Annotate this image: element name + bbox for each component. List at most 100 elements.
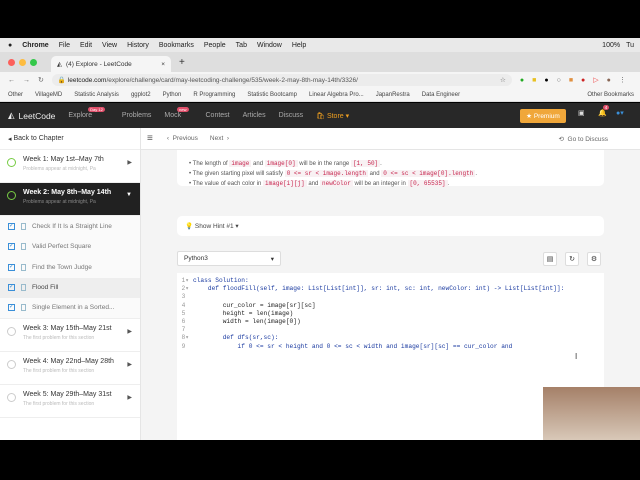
progress-circle-icon	[7, 326, 16, 336]
premium-button[interactable]: ★ Premium	[520, 109, 566, 123]
maximize-window-button[interactable]	[30, 58, 37, 66]
next-button[interactable]: Next ›	[210, 135, 229, 142]
note-text: and	[306, 181, 321, 187]
profile-avatar[interactable]: ●	[607, 77, 611, 84]
week-2-item[interactable]: Week 2: May 8th–May 14th Problems appear …	[0, 183, 140, 216]
playground-icon[interactable]: ▣	[578, 109, 585, 117]
problem-title: Check If It Is a Straight Line	[32, 222, 112, 230]
extension-icon[interactable]: ■	[569, 77, 573, 84]
nav-discuss[interactable]: Discuss	[279, 112, 304, 119]
reset-code-button[interactable]: ↻	[565, 252, 579, 266]
other-bookmarks[interactable]: Other Bookmarks	[587, 92, 640, 98]
problem-title: Single Element in a Sorted...	[32, 304, 115, 312]
inline-code: 0 <= sc < image[0].length	[381, 170, 476, 177]
menu-history[interactable]: History	[127, 42, 149, 49]
code-line: 6 width = len(image[0])	[177, 318, 604, 326]
bookmark[interactable]: Linear Algebra Pro...	[309, 92, 364, 98]
inline-code: image[0]	[264, 160, 298, 167]
problem-notes: • The length of image and image[0] will …	[177, 150, 604, 187]
extension-icon[interactable]: ●	[520, 77, 524, 84]
note-item: • The length of image and image[0] will …	[189, 160, 382, 167]
code-editor[interactable]: 1▾ class Solution: 2▾ def floodFill(self, …	[177, 273, 604, 440]
problem-title: Find the Town Judge	[32, 263, 92, 271]
extension-icon[interactable]: ▷	[593, 76, 598, 84]
bookmark[interactable]: Data Engineer	[422, 92, 460, 98]
extension-icon[interactable]: ●	[544, 77, 548, 84]
menu-help[interactable]: Help	[292, 42, 306, 49]
note-text: .	[380, 161, 382, 167]
forward-icon[interactable]: →	[23, 77, 30, 84]
close-tab-icon[interactable]: ×	[161, 61, 165, 68]
back-to-chapter-button[interactable]: ◂ Back to Chapter	[0, 128, 140, 150]
browser-tab[interactable]: ◭ (4) Explore - LeetCode ×	[51, 56, 171, 72]
bookmark[interactable]: Statistic Analysis	[74, 92, 119, 98]
user-avatar[interactable]: ●▾	[616, 109, 624, 117]
nav-articles[interactable]: Articles	[243, 112, 266, 119]
code-line: 9 if 0 <= sr < height and 0 <= sc < widt…	[177, 343, 604, 351]
bell-icon[interactable]: 🔔4	[598, 105, 613, 117]
week-title: Week 4: May 22nd–May 28th	[23, 357, 114, 365]
notes-button[interactable]: ▤	[543, 252, 557, 266]
bookmark[interactable]: Other	[8, 92, 23, 98]
bookmark[interactable]: R Programming	[193, 92, 235, 98]
go-to-discuss-button[interactable]: ⟲ Go to Discuss	[558, 135, 608, 143]
nav-explore[interactable]: ExploreDay 12	[68, 107, 108, 119]
nav-contest[interactable]: Contest	[206, 112, 230, 119]
week-4-item[interactable]: Week 4: May 22nd–May 28th The first probl…	[0, 352, 140, 385]
menu-hamburger-icon[interactable]: ≡	[147, 133, 153, 144]
week-3-item[interactable]: Week 3: May 15th–May 21st The first probl…	[0, 319, 140, 352]
leetcode-favicon-icon: ◭	[57, 61, 62, 68]
url-bar[interactable]: 🔒 leetcode.com/explore/challenge/card/ma…	[51, 74, 512, 86]
menu-view[interactable]: View	[102, 42, 117, 49]
chevron-down-icon: ▼	[126, 192, 132, 198]
apple-icon[interactable]: ●	[8, 42, 12, 49]
bookmark[interactable]: Python	[163, 92, 182, 98]
problem-item-selected[interactable]: ✓ Flood Fill	[0, 277, 140, 298]
previous-button[interactable]: ‹ Previous	[167, 135, 198, 142]
line-number: 7	[181, 326, 189, 334]
extension-icon[interactable]: ●	[581, 77, 585, 84]
back-icon[interactable]: ←	[8, 77, 15, 84]
bookmark[interactable]: Statistic Bootcamp	[247, 92, 297, 98]
problem-item[interactable]: ✓ Find the Town Judge	[0, 257, 140, 278]
clock[interactable]: Tu	[626, 42, 634, 49]
menu-file[interactable]: File	[59, 42, 70, 49]
nav-store[interactable]: 🛍 Store ▾	[316, 112, 349, 120]
close-window-button[interactable]	[8, 58, 15, 66]
code-line: 1▾ class Solution:	[177, 277, 604, 285]
problem-item[interactable]: ✓ Single Element in a Sorted...	[0, 298, 140, 319]
menu-window[interactable]: Window	[257, 42, 282, 49]
language-value: Python3	[184, 255, 208, 262]
webcam-overlay	[543, 387, 640, 440]
week-1-item[interactable]: Week 1: May 1st–May 7th Problems appear a…	[0, 150, 140, 183]
document-icon	[21, 263, 26, 271]
language-select[interactable]: Python3 ▾	[177, 251, 281, 266]
problem-item[interactable]: ✓ Valid Perfect Square	[0, 236, 140, 257]
week-5-item[interactable]: Week 5: May 29th–May 31st The first probl…	[0, 385, 140, 418]
minimize-window-button[interactable]	[19, 58, 26, 66]
code-line: 3	[177, 293, 604, 301]
settings-button[interactable]: ⚙	[587, 252, 601, 266]
bookmark-star-icon[interactable]: ☆	[500, 76, 512, 84]
problem-item[interactable]: ✓ Check If It Is a Straight Line	[0, 216, 140, 237]
leetcode-navbar: ◭ LeetCode ExploreDay 12 Problems Mocknew…	[0, 103, 640, 128]
menu-bookmarks[interactable]: Bookmarks	[159, 42, 194, 49]
line-number: 8▾	[181, 334, 189, 342]
leetcode-logo[interactable]: ◭ LeetCode	[8, 110, 55, 121]
nav-problems[interactable]: Problems	[122, 112, 152, 119]
menu-tab[interactable]: Tab	[236, 42, 247, 49]
bookmark[interactable]: JapanRestra	[376, 92, 410, 98]
reload-icon[interactable]: ↻	[38, 76, 44, 84]
bookmark[interactable]: VillageMD	[35, 92, 62, 98]
show-hint-button[interactable]: 💡 Show Hint #1 ▾	[177, 216, 604, 236]
back-label: Back to Chapter	[13, 135, 64, 142]
bookmark[interactable]: ggplot2	[131, 92, 151, 98]
nav-mock[interactable]: Mocknew	[164, 107, 192, 119]
more-menu-icon[interactable]: ⋮	[619, 76, 626, 84]
menu-chrome[interactable]: Chrome	[22, 42, 48, 49]
new-tab-button[interactable]: +	[179, 57, 185, 68]
menu-people[interactable]: People	[204, 42, 226, 49]
menu-edit[interactable]: Edit	[80, 42, 92, 49]
extension-icon[interactable]: ○	[557, 77, 561, 84]
extension-icon[interactable]: ■	[532, 77, 536, 84]
